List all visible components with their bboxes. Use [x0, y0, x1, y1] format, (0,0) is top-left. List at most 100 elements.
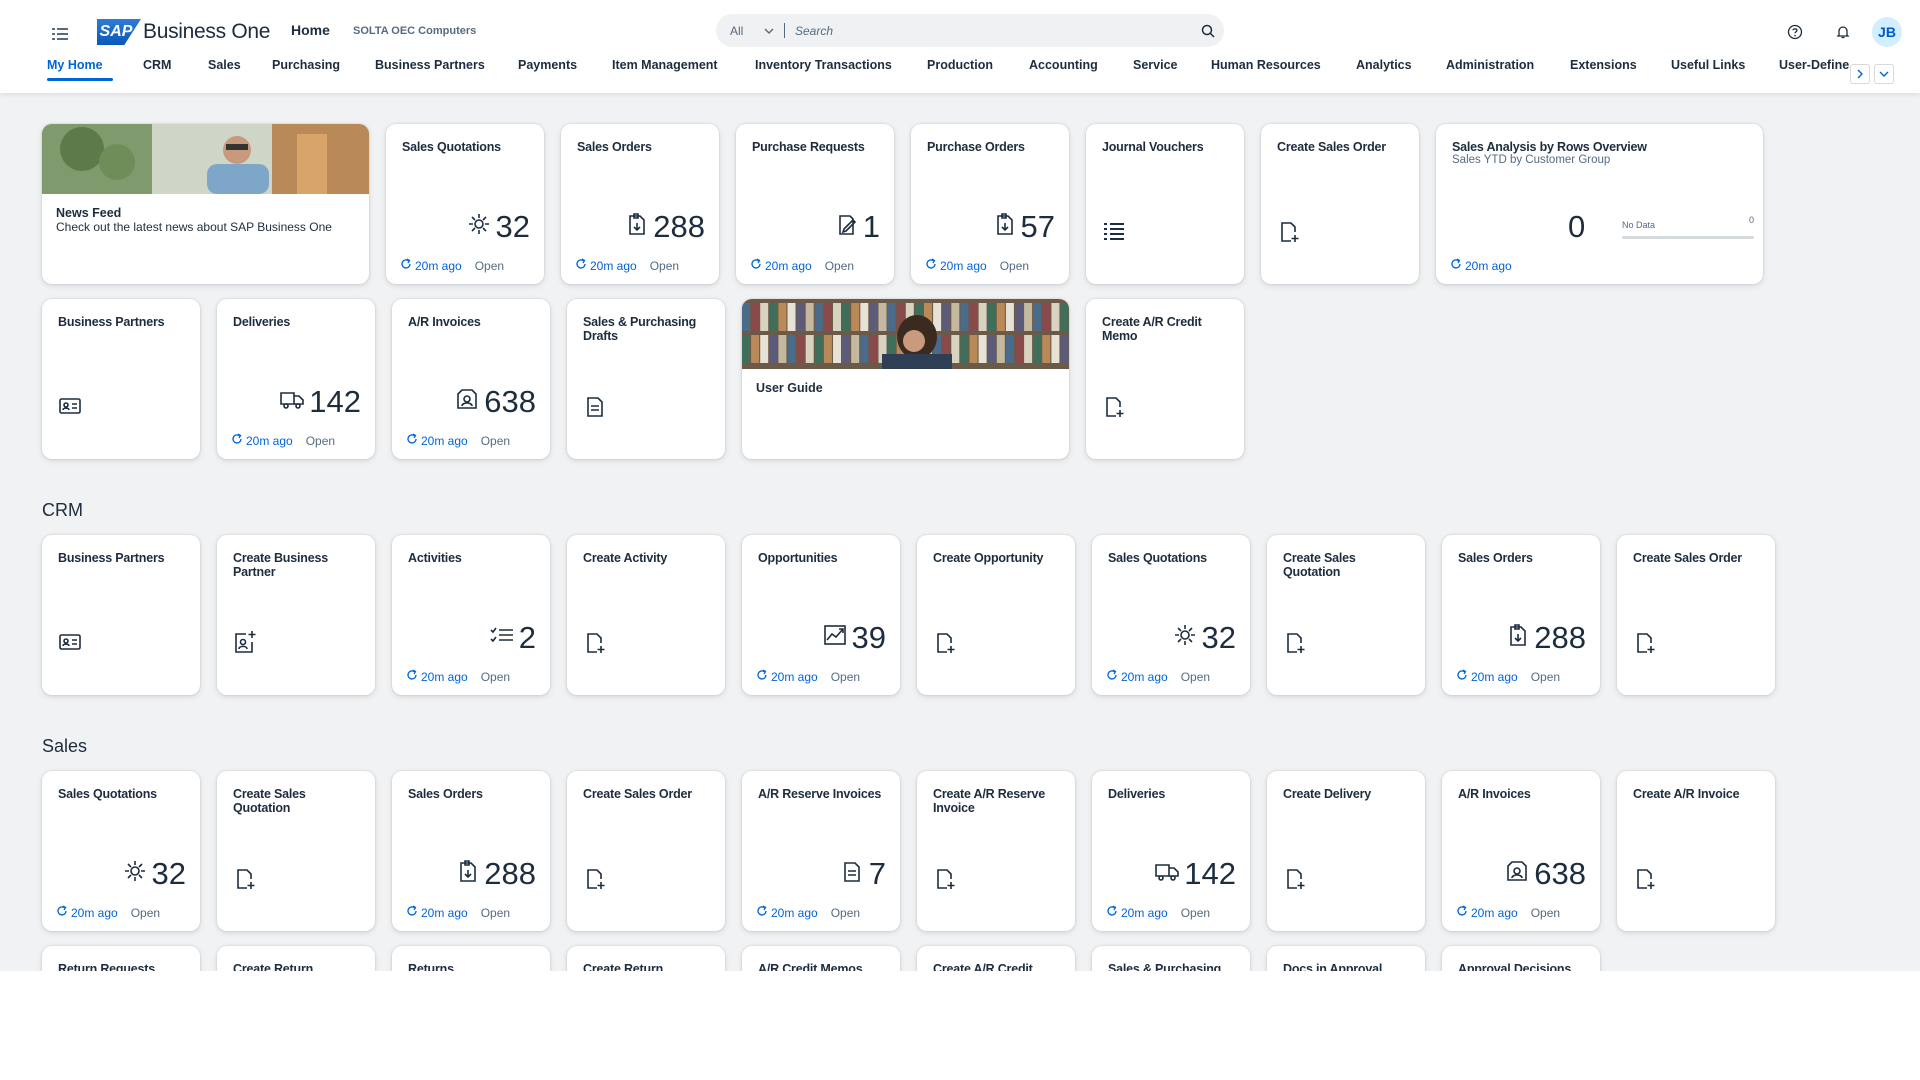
tab-inventory-transactions[interactable]: Inventory Transactions [755, 58, 892, 72]
tile-create-delivery[interactable]: Create Delivery [1267, 771, 1425, 931]
tab-analytics[interactable]: Analytics [1356, 58, 1412, 72]
tile-sales-orders[interactable]: Sales Orders 288 20m ago Open [392, 771, 550, 931]
overflow-chevron-down-icon[interactable] [1874, 64, 1894, 84]
tile-business-partners[interactable]: Business Partners [42, 299, 200, 459]
tile-journal-vouchers[interactable]: Journal Vouchers [1086, 124, 1244, 284]
top-navigation: My Home CRM Sales Purchasing Business Partne… [0, 56, 1860, 86]
tile-business-partners[interactable]: Business Partners [42, 535, 200, 695]
refresh-icon[interactable] [400, 258, 412, 273]
help-icon[interactable] [1784, 21, 1806, 43]
tile-create-a-r-credit-memo[interactable]: Create A/R Credit Memo [1086, 299, 1244, 459]
tab-user-define[interactable]: User-Define [1779, 58, 1849, 72]
tab-sales[interactable]: Sales [208, 58, 241, 72]
tile-user-guide[interactable]: User Guide [742, 299, 1069, 459]
refresh-icon[interactable] [1450, 258, 1462, 273]
bell-icon[interactable] [1832, 21, 1854, 43]
tile-create-sales-quotation[interactable]: Create Sales Quotation [217, 771, 375, 931]
tile-sales-quotations[interactable]: Sales Quotations 32 20m ago Open [386, 124, 544, 284]
draft-document-icon [839, 857, 865, 891]
search-input[interactable]: Search [795, 24, 1192, 38]
tile-purchase-requests[interactable]: Purchase Requests 1 20m ago Open [736, 124, 894, 284]
tile-sales-analysis-by-rows-overview[interactable]: Sales Analysis by Rows Overview Sales YTD… [1436, 124, 1763, 284]
tab-accounting[interactable]: Accounting [1029, 58, 1098, 72]
tile-docs-in-approval[interactable]: Docs in Approval [1267, 946, 1425, 971]
tile-returns[interactable]: Returns [392, 946, 550, 971]
tile-return-requests[interactable]: Return Requests [42, 946, 200, 971]
tab-my-home[interactable]: My Home [47, 58, 103, 72]
tab-useful-links[interactable]: Useful Links [1671, 58, 1745, 72]
tile-title: Sales & Purchasing Drafts [583, 315, 697, 343]
refresh-icon[interactable] [231, 433, 243, 448]
tab-item-management[interactable]: Item Management [612, 58, 718, 72]
tile-create-sales-quotation[interactable]: Create Sales Quotation [1267, 535, 1425, 695]
tile-create-return[interactable]: Create Return [217, 946, 375, 971]
refresh-icon[interactable] [56, 905, 68, 920]
refresh-icon[interactable] [406, 433, 418, 448]
tile-create-a-r-reserve-invoice[interactable]: Create A/R Reserve Invoice [917, 771, 1075, 931]
tile-sales-orders[interactable]: Sales Orders 288 20m ago Open [1442, 535, 1600, 695]
tile-deliveries[interactable]: Deliveries 142 20m ago Open [1092, 771, 1250, 931]
tile-create-opportunity[interactable]: Create Opportunity [917, 535, 1075, 695]
kpi-value: 288 [1534, 620, 1586, 655]
tile-approval-decisions[interactable]: Approval Decisions [1442, 946, 1600, 971]
tab-crm[interactable]: CRM [143, 58, 171, 72]
tile-sales-quotations[interactable]: Sales Quotations 32 20m ago Open [1092, 535, 1250, 695]
scroll-right-icon[interactable] [1850, 64, 1870, 84]
refresh-icon[interactable] [575, 258, 587, 273]
status-label: Open [1530, 905, 1561, 920]
tab-extensions[interactable]: Extensions [1570, 58, 1637, 72]
menu-icon[interactable] [47, 21, 73, 47]
avatar[interactable]: JB [1872, 17, 1902, 47]
tile-deliveries[interactable]: Deliveries 142 20m ago Open [217, 299, 375, 459]
tab-production[interactable]: Production [927, 58, 993, 72]
tile-purchase-orders[interactable]: Purchase Orders 57 20m ago Open [911, 124, 1069, 284]
tile-sales-purchasing[interactable]: Sales & Purchasing [1092, 946, 1250, 971]
tile-title: Create A/R Reserve Invoice [933, 787, 1045, 815]
tab-purchasing[interactable]: Purchasing [272, 58, 340, 72]
tile-create-a-r-invoice[interactable]: Create A/R Invoice [1617, 771, 1775, 931]
tile-create-activity[interactable]: Create Activity [567, 535, 725, 695]
tile-a-r-credit-memos[interactable]: A/R Credit Memos [742, 946, 900, 971]
search-scope-select[interactable]: All [730, 24, 764, 38]
tab-business-partners[interactable]: Business Partners [375, 58, 485, 72]
search-icon[interactable] [1192, 24, 1224, 38]
tab-service[interactable]: Service [1133, 58, 1177, 72]
tile-create-sales-order[interactable]: Create Sales Order [1617, 535, 1775, 695]
refresh-icon[interactable] [406, 905, 418, 920]
refresh-icon[interactable] [1456, 905, 1468, 920]
tab-payments[interactable]: Payments [518, 58, 577, 72]
tile-sales-quotations[interactable]: Sales Quotations 32 20m ago Open [42, 771, 200, 931]
tile-create-business-partner[interactable]: Create Business Partner [217, 535, 375, 695]
tile-create-a-r-credit[interactable]: Create A/R Credit [917, 946, 1075, 971]
tile-news-feed[interactable]: News Feed Check out the latest news about… [42, 124, 369, 284]
refresh-icon[interactable] [756, 905, 768, 920]
refresh-icon[interactable] [925, 258, 937, 273]
tile-title: Deliveries [233, 315, 291, 329]
status-label: Open [1530, 669, 1561, 684]
no-data-track [1622, 236, 1754, 239]
tile-sales-purchasing-drafts[interactable]: Sales & Purchasing Drafts [567, 299, 725, 459]
tile-create-sales-order[interactable]: Create Sales Order [567, 771, 725, 931]
tile-a-r-invoices[interactable]: A/R Invoices 638 20m ago Open [1442, 771, 1600, 931]
tile-activities[interactable]: Activities 2 20m ago Open [392, 535, 550, 695]
tile-opportunities[interactable]: Opportunities 39 20m ago Open [742, 535, 900, 695]
tile-title: Sales Orders [577, 140, 652, 154]
refresh-icon[interactable] [406, 669, 418, 684]
tile-a-r-invoices[interactable]: A/R Invoices 638 20m ago Open [392, 299, 550, 459]
refresh-icon[interactable] [1106, 905, 1118, 920]
app-logo[interactable]: SAP Business One [97, 19, 270, 45]
tile-title: Sales Quotations [402, 140, 501, 154]
refresh-icon[interactable] [750, 258, 762, 273]
tile-create-return[interactable]: Create Return [567, 946, 725, 971]
tile-a-r-reserve-invoices[interactable]: A/R Reserve Invoices 7 20m ago Open [742, 771, 900, 931]
chevron-down-icon[interactable] [764, 28, 774, 34]
refresh-icon[interactable] [1456, 669, 1468, 684]
tab-human-resources[interactable]: Human Resources [1211, 58, 1321, 72]
tile-create-sales-order[interactable]: Create Sales Order [1261, 124, 1419, 284]
tile-title: Sales Quotations [1108, 551, 1207, 565]
tab-administration[interactable]: Administration [1446, 58, 1534, 72]
refresh-icon[interactable] [756, 669, 768, 684]
tile-sales-orders[interactable]: Sales Orders 288 20m ago Open [561, 124, 719, 284]
create-document-icon [932, 629, 958, 655]
refresh-icon[interactable] [1106, 669, 1118, 684]
